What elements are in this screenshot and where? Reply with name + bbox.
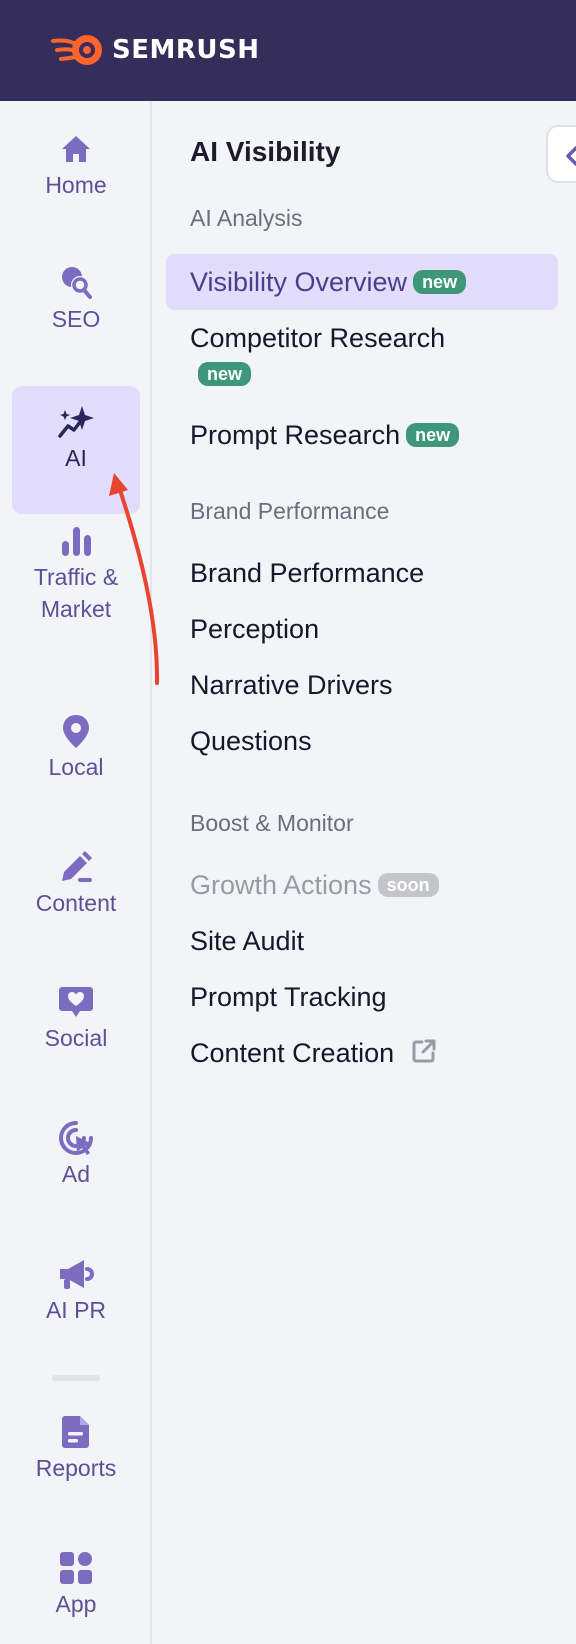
menu-item-prompt-tracking[interactable]: Prompt Tracking — [166, 979, 558, 1015]
menu-item-label: Growth Actions — [190, 870, 372, 900]
menu-item-narrative-drivers[interactable]: Narrative Drivers — [166, 667, 558, 703]
megaphone-icon — [60, 1260, 94, 1289]
menu-item-label: Visibility Overview — [190, 267, 408, 297]
semrush-logo-icon — [51, 35, 102, 65]
pencil-icon — [62, 851, 92, 882]
menu-item-perception[interactable]: Perception — [166, 611, 558, 647]
menu-item-visibility-overview[interactable]: Visibility Overview new — [166, 254, 558, 310]
location-pin-icon — [63, 715, 89, 748]
menu-item-questions[interactable]: Questions — [166, 723, 558, 759]
home-icon — [62, 136, 90, 162]
rail-label-local: Local — [48, 754, 104, 780]
rail-label-traffic-market: Traffic & Market — [33, 564, 119, 622]
app-grid-icon — [60, 1552, 92, 1584]
rail-label-home: Home — [45, 172, 107, 198]
menu-item-label: Content Creation — [190, 1038, 395, 1068]
primary-nav-rail: Home SEO AI Traffic & Market Local Conte… — [0, 101, 152, 1644]
rail-label-ad: Ad — [61, 1161, 91, 1187]
rail-item-social[interactable]: Social — [12, 982, 140, 1070]
ai-visibility-panel: AI Visibility AI Analysis Visibility Ove… — [152, 101, 576, 1644]
menu-item-content-creation[interactable]: Content Creation — [166, 1035, 558, 1071]
rail-label-content: Content — [35, 890, 117, 916]
menu-item-brand-performance[interactable]: Brand Performance — [166, 555, 558, 591]
new-badge: new — [198, 362, 252, 386]
top-bar: SEMRUSH — [0, 0, 576, 101]
heart-chat-icon — [59, 987, 93, 1017]
new-badge: new — [406, 423, 460, 447]
panel-title: AI Visibility — [190, 136, 341, 167]
rail-label-app: App — [55, 1591, 97, 1617]
rail-label-reports: Reports — [35, 1455, 117, 1481]
rail-item-home[interactable]: Home — [12, 129, 140, 217]
semrush-logo[interactable]: SEMRUSH — [51, 31, 259, 69]
section-title-ai-analysis: AI Analysis — [190, 205, 303, 231]
new-badge: new — [413, 270, 467, 294]
rail-label-ai: AI — [65, 445, 87, 471]
soon-badge: soon — [377, 873, 439, 897]
rail-item-local[interactable]: Local — [12, 711, 140, 799]
menu-item-label: Competitor Research — [190, 323, 446, 353]
chevron-left-icon — [566, 146, 576, 166]
menu-item-competitor-research[interactable]: Competitor Research new — [166, 320, 558, 392]
menu-item-prompt-research[interactable]: Prompt Research new — [166, 417, 558, 453]
rail-item-ai-pr[interactable]: AI PR — [12, 1254, 140, 1342]
rail-item-reports[interactable]: Reports — [12, 1412, 140, 1500]
seo-icon — [62, 267, 92, 299]
rail-item-seo[interactable]: SEO — [12, 263, 140, 351]
rail-item-traffic-market[interactable]: Traffic & Market — [12, 521, 140, 641]
target-cursor-icon — [59, 1121, 93, 1155]
menu-item-label: Prompt Research — [190, 420, 401, 450]
rail-label-ai-pr: AI PR — [45, 1297, 107, 1323]
collapse-panel-button[interactable] — [546, 125, 576, 183]
document-icon — [62, 1416, 89, 1448]
bar-chart-icon — [62, 527, 91, 556]
rail-divider — [52, 1375, 100, 1381]
section-title-boost-monitor: Boost & Monitor — [190, 810, 354, 836]
menu-item-site-audit[interactable]: Site Audit — [166, 923, 558, 959]
section-title-brand-performance: Brand Performance — [190, 498, 390, 524]
external-link-icon — [412, 1039, 436, 1063]
rail-item-ad[interactable]: Ad — [12, 1118, 140, 1206]
rail-item-app[interactable]: App — [12, 1548, 140, 1636]
rail-item-ai[interactable]: AI — [12, 386, 140, 514]
rail-label-seo: SEO — [51, 306, 101, 332]
brand-name: SEMRUSH — [112, 35, 260, 65]
menu-item-growth-actions: Growth Actions soon — [166, 867, 558, 903]
rail-label-social: Social — [44, 1025, 108, 1051]
rail-item-content[interactable]: Content — [12, 847, 140, 935]
sparkles-icon — [58, 406, 94, 438]
